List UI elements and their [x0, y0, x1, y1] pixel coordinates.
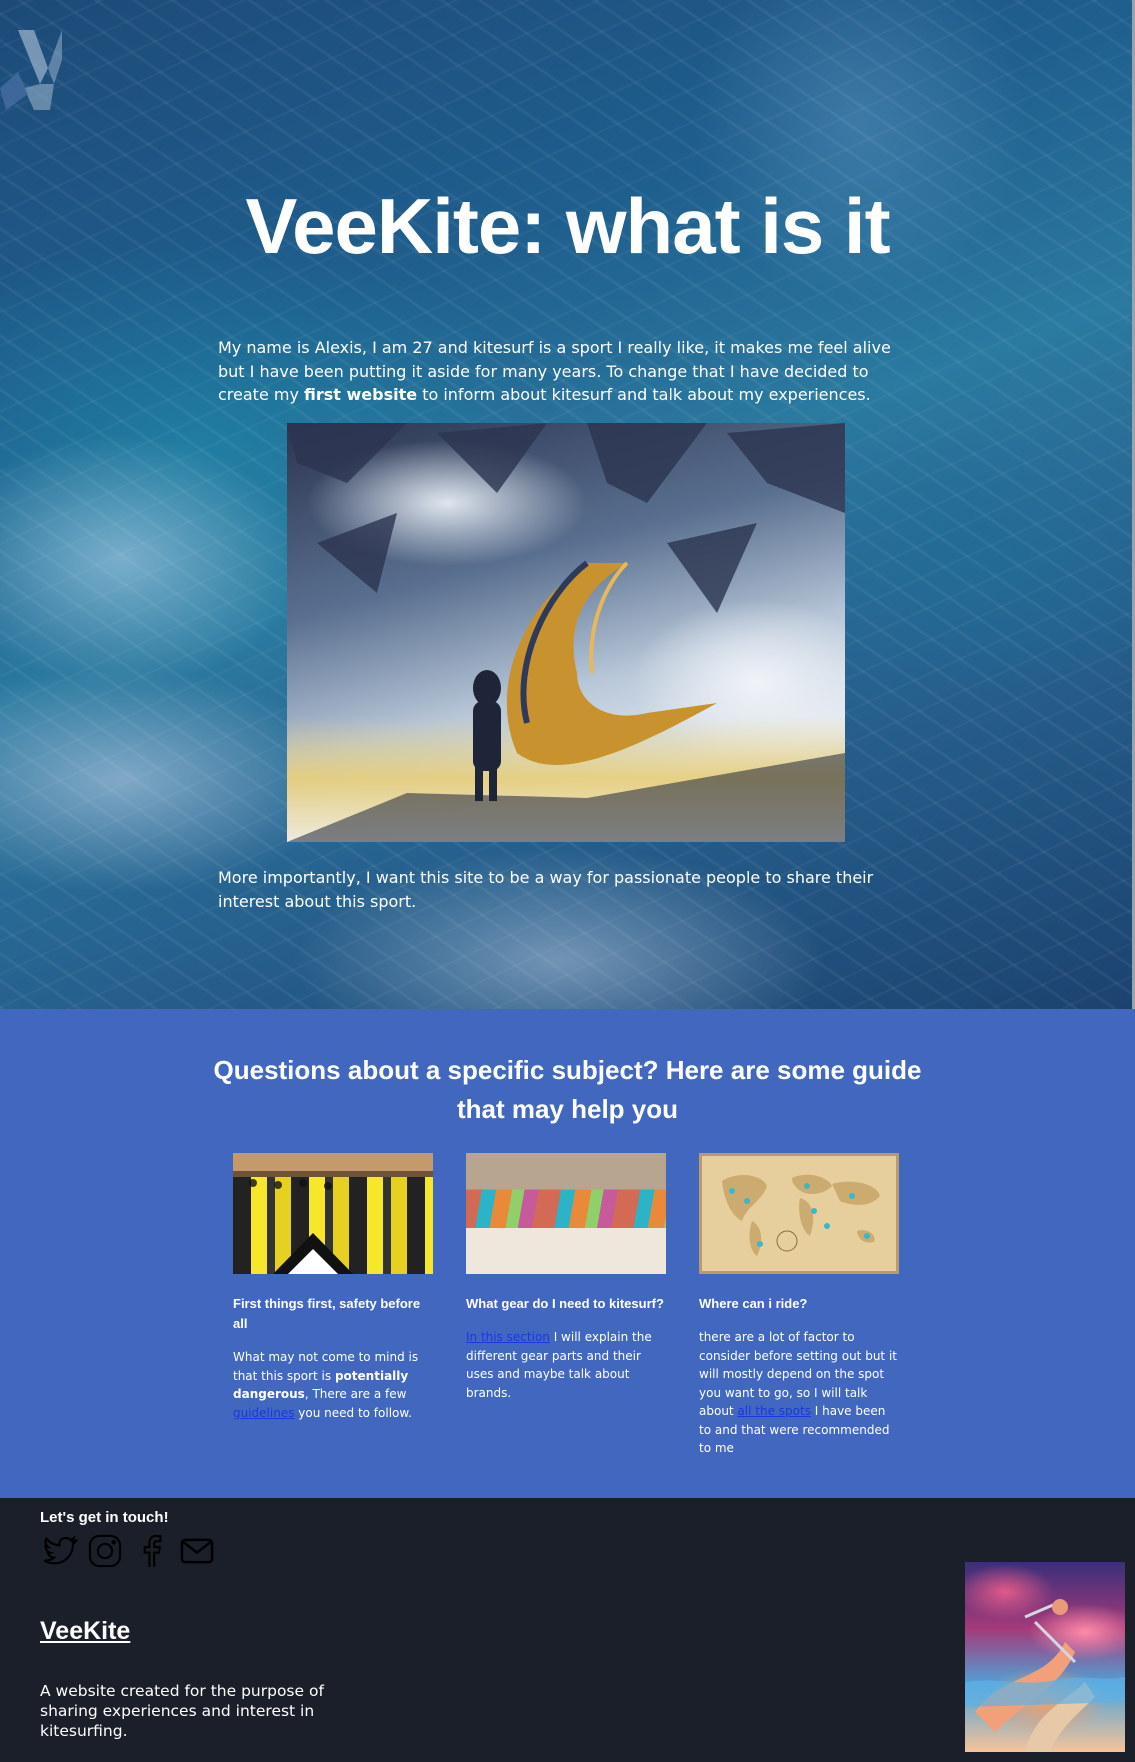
contact-title: Let's get in touch!	[40, 1509, 169, 1526]
outro-paragraph: More importantly, I want this site to be…	[218, 868, 874, 911]
harness-rack-image	[233, 1153, 433, 1274]
guides-section: Questions about a specific subject? Here…	[0, 1009, 1135, 1498]
world-map-image	[699, 1153, 899, 1274]
guides-title: Questions about a specific subject? Here…	[213, 1055, 922, 1124]
footer: Let's get in touch! VeeKite A website cr…	[0, 1498, 1135, 1762]
guide-card-safety: First things first, safety before all Wh…	[233, 1153, 433, 1422]
card-title: First things first, safety before all	[233, 1296, 421, 1331]
card-text: In this section I will explain the diffe…	[466, 1328, 666, 1402]
harness-illustration	[233, 1153, 433, 1274]
card-title: What gear do I need to kitesurf?	[466, 1296, 664, 1311]
instagram-icon[interactable]	[86, 1532, 124, 1570]
guide-card-spots: Where can i ride? there are a lot of fac…	[699, 1153, 899, 1458]
card-text: there are a lot of factor to consider be…	[699, 1328, 899, 1458]
kite-illustration	[287, 423, 845, 842]
kites-image	[466, 1153, 666, 1274]
gear-section-link[interactable]: In this section	[466, 1330, 550, 1344]
page-title: VeeKite: what is it	[245, 182, 890, 270]
hero-section: VeeKite: what is it My name is Alexis, I…	[0, 0, 1135, 1009]
social-links	[40, 1532, 216, 1570]
card-text: What may not come to mind is that this s…	[233, 1348, 433, 1422]
brand-link[interactable]: VeeKite	[40, 1615, 130, 1647]
guidelines-link[interactable]: guidelines	[233, 1406, 294, 1420]
kitesurfer-painting-image	[965, 1562, 1125, 1752]
intro-bold-text: first website	[304, 385, 418, 404]
facebook-icon[interactable]	[132, 1532, 170, 1570]
twitter-icon[interactable]	[40, 1532, 78, 1570]
card-text-part: , There are a few	[304, 1387, 407, 1401]
spots-link[interactable]: all the spots	[737, 1404, 811, 1418]
guide-card-gear: What gear do I need to kitesurf? In this…	[466, 1153, 666, 1402]
veekite-logo-icon[interactable]	[0, 28, 62, 110]
world-map-illustration	[722, 1174, 880, 1256]
card-text-part: you need to follow.	[294, 1405, 412, 1420]
intro-paragraph: My name is Alexis, I am 27 and kitesurf …	[218, 336, 918, 407]
kite-painting-image	[287, 423, 845, 842]
kitesurfer-illustration	[965, 1599, 1125, 1752]
footer-tagline: A website created for the purpose of sha…	[40, 1682, 324, 1740]
mail-icon[interactable]	[178, 1532, 216, 1570]
intro-text-end: to inform about kitesurf and talk about …	[417, 385, 871, 404]
card-title: Where can i ride?	[699, 1296, 808, 1311]
